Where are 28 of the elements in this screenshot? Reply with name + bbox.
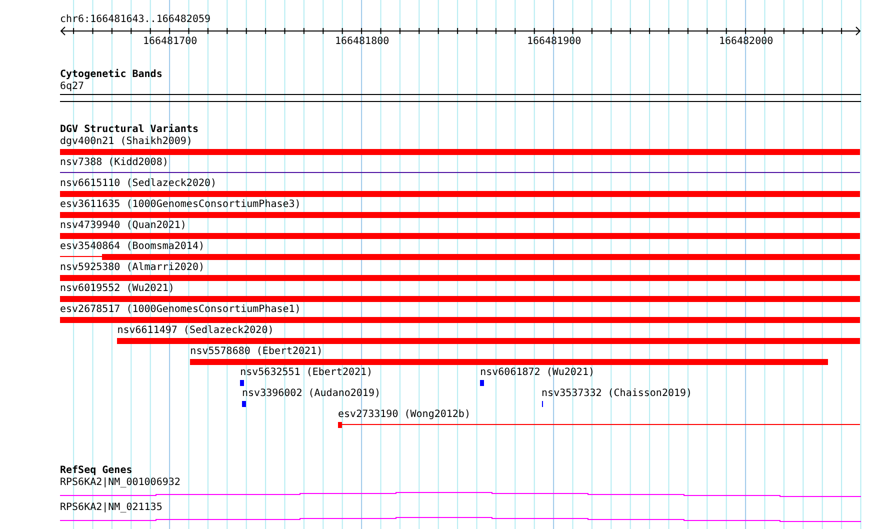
variant-label: nsv7388 (Kidd2008) [60,157,168,169]
variant-label: nsv3537332 (Chaisson2019) [542,388,692,400]
variant-label: nsv4739940 (Quan2021) [60,220,186,232]
variant-label: esv3540864 (Boomsma2014) [60,241,204,253]
variant-label: nsv3396002 (Audano2019) [242,388,380,400]
variant-label: dgv400n21 (Shaikh2009) [60,136,192,148]
tick-label: 166481700 [142,36,198,48]
track-title: DGV Structural Variants [60,124,200,136]
variant-label: esv2678517 (1000GenomesConsortiumPhase1) [60,304,301,316]
variant-label: esv2733190 (Wong2012b) [338,409,470,421]
track-title: Cytogenetic Bands [60,69,164,81]
track-title: RefSeq Genes [60,465,134,477]
variant-label: nsv6611497 (Sedlazeck2020) [117,325,274,337]
variant-label: nsv5925380 (Almarri2020) [60,262,204,274]
tick-label: 166481900 [526,36,582,48]
transcript-label: RPS6KA2|NM_021135 [60,502,164,514]
tick-label: 166482000 [718,36,774,48]
variant-label: nsv5632551 (Ebert2021) [240,367,373,379]
tick-label: 166481800 [334,36,390,48]
band-label: 6q27 [60,81,86,93]
variant-label: nsv6019552 (Wu2021) [60,283,174,295]
variant-label: esv3611635 (1000GenomesConsortiumPhase3) [60,199,301,211]
location-label: chr6:166481643..166482059 [60,14,212,26]
variant-label: nsv5578680 (Ebert2021) [190,346,323,358]
transcript-label: RPS6KA2|NM_001006932 [60,477,182,489]
variant-label: nsv6061872 (Wu2021) [480,367,594,379]
variant-label: nsv6615110 (Sedlazeck2020) [60,178,217,190]
variant-line [60,256,102,257]
